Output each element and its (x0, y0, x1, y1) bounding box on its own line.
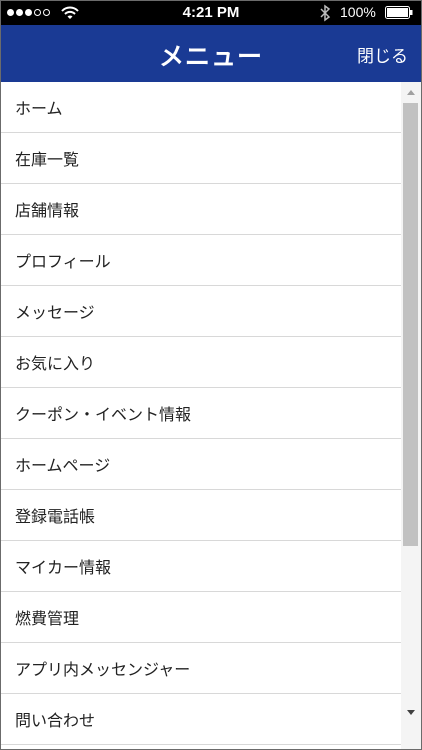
scrollbar[interactable] (401, 82, 421, 749)
menu-list: ホーム 在庫一覧 店舗情報 プロフィール メッセージ お気に入り クーポン・イベ… (1, 82, 401, 749)
phone-screen: 4:21 PM 100% メニュー 閉じる ホーム 在庫一覧 店舗情報 プロフィ… (0, 0, 422, 750)
battery-percent: 100% (340, 4, 376, 20)
menu-item-inventory[interactable]: 在庫一覧 (1, 133, 401, 184)
menu-item-fuel-management[interactable]: 燃費管理 (1, 592, 401, 643)
bluetooth-icon (320, 4, 331, 22)
menu-item-profile[interactable]: プロフィール (1, 235, 401, 286)
menu-item-favorites[interactable]: お気に入り (1, 337, 401, 388)
menu-item-my-car[interactable]: マイカー情報 (1, 541, 401, 592)
menu-item-messages[interactable]: メッセージ (1, 286, 401, 337)
menu-item-homepage[interactable]: ホームページ (1, 439, 401, 490)
menu-item-contact[interactable]: 問い合わせ (1, 694, 401, 745)
menu-item-home[interactable]: ホーム (1, 82, 401, 133)
scroll-down-arrow-icon[interactable] (401, 703, 421, 721)
scroll-thumb[interactable] (403, 103, 418, 546)
scroll-up-arrow-icon[interactable] (401, 84, 421, 102)
battery-icon (385, 6, 413, 19)
close-button[interactable]: 閉じる (357, 42, 408, 67)
menu-item-in-app-messenger[interactable]: アプリ内メッセンジャー (1, 643, 401, 694)
menu-item-store-info[interactable]: 店舗情報 (1, 184, 401, 235)
status-bar: 4:21 PM 100% (1, 1, 421, 25)
menu-item-phonebook[interactable]: 登録電話帳 (1, 490, 401, 541)
nav-header: メニュー 閉じる (1, 25, 421, 82)
menu-item-coupons-events[interactable]: クーポン・イベント情報 (1, 388, 401, 439)
